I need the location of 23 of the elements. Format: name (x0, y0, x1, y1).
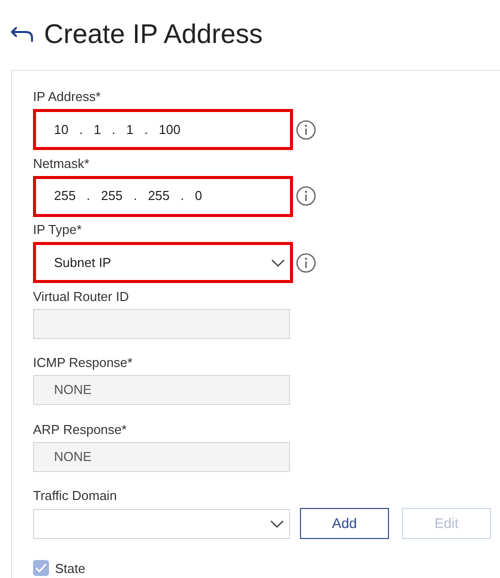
info-icon[interactable] (296, 252, 316, 272)
field-label: Traffic Domain (33, 488, 117, 504)
ip-input-field[interactable]: 255 . 255 . 255 . 0 (33, 176, 293, 216)
field-label: ARP Response* (33, 422, 127, 438)
back-arrow-icon[interactable] (10, 26, 34, 42)
field-label: ICMP Response* (33, 355, 132, 371)
dropdown-field[interactable]: Subnet IP (33, 242, 293, 283)
chevron-down-icon (270, 520, 284, 528)
readonly-field: NONE (33, 375, 290, 405)
ip-input-field[interactable]: 10 . 1 . 1 . 100 (33, 109, 293, 150)
checkbox-label: State (55, 560, 86, 578)
checkbox[interactable] (33, 560, 49, 576)
add-button[interactable]: Add (300, 508, 389, 539)
readonly-field: NONE (33, 442, 290, 472)
chevron-down-icon (271, 258, 285, 266)
field-label: Virtual Router ID (33, 288, 129, 304)
page-title: Create IP Address (44, 20, 263, 48)
field-label: Netmask* (33, 156, 90, 172)
info-icon[interactable] (296, 120, 316, 140)
field-label: IP Address* (33, 89, 101, 105)
field-label: IP Type* (33, 222, 82, 238)
dropdown-field[interactable] (33, 508, 290, 538)
info-icon[interactable] (296, 186, 316, 206)
